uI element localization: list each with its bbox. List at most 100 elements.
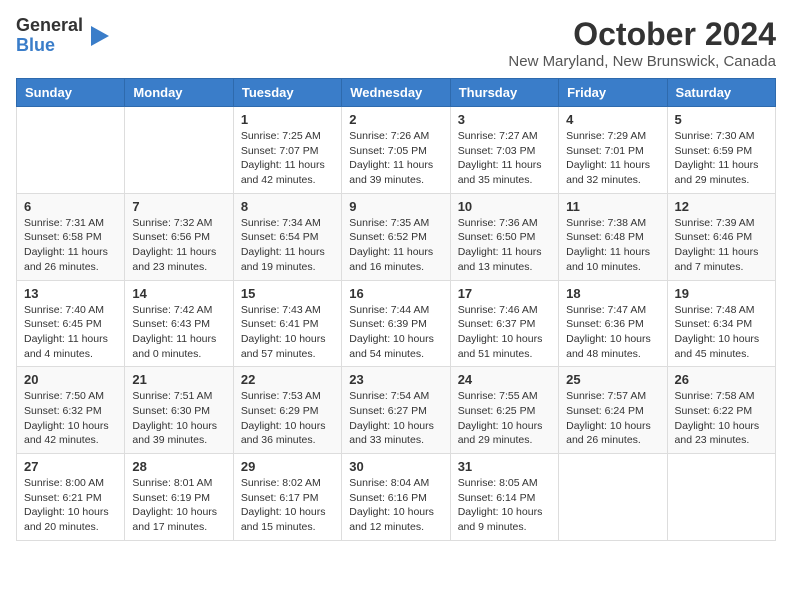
day-number: 24	[458, 372, 551, 387]
day-number: 2	[349, 112, 442, 127]
day-info: Sunrise: 7:34 AMSunset: 6:54 PMDaylight:…	[241, 216, 334, 275]
day-number: 16	[349, 286, 442, 301]
table-row: 15Sunrise: 7:43 AMSunset: 6:41 PMDayligh…	[233, 280, 341, 367]
logo-blue-text: Blue	[16, 36, 55, 56]
day-number: 31	[458, 459, 551, 474]
day-number: 5	[675, 112, 768, 127]
table-row: 3 Sunrise: 7:27 AMSunset: 7:03 PMDaylight…	[450, 107, 558, 194]
day-info: Sunrise: 7:35 AMSunset: 6:52 PMDaylight:…	[349, 216, 442, 275]
table-row: 7 Sunrise: 7:32 AMSunset: 6:56 PMDaylight…	[125, 193, 233, 280]
day-info: Sunrise: 7:54 AMSunset: 6:27 PMDaylight:…	[349, 389, 442, 448]
table-row: 6Sunrise: 7:31 AMSunset: 6:58 PMDaylight…	[17, 193, 125, 280]
calendar-table: Sunday Monday Tuesday Wednesday Thursday…	[16, 78, 776, 541]
table-row: 1 Sunrise: 7:25 AMSunset: 7:07 PMDaylight…	[233, 107, 341, 194]
table-row: 25Sunrise: 7:57 AMSunset: 6:24 PMDayligh…	[559, 367, 667, 454]
calendar-week-row: 6Sunrise: 7:31 AMSunset: 6:58 PMDaylight…	[17, 193, 776, 280]
title-section: October 2024 New Maryland, New Brunswick…	[508, 16, 776, 70]
table-row: 24 Sunrise: 7:55 AMSunset: 6:25 PMDayligh…	[450, 367, 558, 454]
table-row: 17 Sunrise: 7:46 AMSunset: 6:37 PMDayligh…	[450, 280, 558, 367]
day-info: Sunrise: 8:00 AMSunset: 6:21 PMDaylight:…	[24, 476, 117, 535]
day-number: 7	[132, 199, 225, 214]
day-number: 28	[132, 459, 225, 474]
table-row: 18 Sunrise: 7:47 AMSunset: 6:36 PMDayligh…	[559, 280, 667, 367]
day-info: Sunrise: 7:39 AMSunset: 6:46 PMDaylight:…	[675, 216, 768, 275]
day-number: 17	[458, 286, 551, 301]
day-number: 27	[24, 459, 117, 474]
day-number: 12	[675, 199, 768, 214]
day-info: Sunrise: 7:46 AMSunset: 6:37 PMDaylight:…	[458, 303, 551, 362]
day-info: Sunrise: 7:40 AMSunset: 6:45 PMDaylight:…	[24, 303, 117, 362]
day-number: 30	[349, 459, 442, 474]
table-row: 23 Sunrise: 7:54 AMSunset: 6:27 PMDayligh…	[342, 367, 450, 454]
table-row: 9 Sunrise: 7:35 AMSunset: 6:52 PMDaylight…	[342, 193, 450, 280]
table-row: 14Sunrise: 7:42 AMSunset: 6:43 PMDayligh…	[125, 280, 233, 367]
day-number: 20	[24, 372, 117, 387]
day-info: Sunrise: 8:04 AMSunset: 6:16 PMDaylight:…	[349, 476, 442, 535]
day-info: Sunrise: 7:27 AMSunset: 7:03 PMDaylight:…	[458, 129, 551, 188]
col-thursday: Thursday	[450, 79, 558, 107]
table-row	[125, 107, 233, 194]
table-row: 31 Sunrise: 8:05 AMSunset: 6:14 PMDayligh…	[450, 454, 558, 541]
table-row: 28 Sunrise: 8:01 AMSunset: 6:19 PMDayligh…	[125, 454, 233, 541]
table-row	[17, 107, 125, 194]
day-info: Sunrise: 7:30 AMSunset: 6:59 PMDaylight:…	[675, 129, 768, 188]
day-info: Sunrise: 7:25 AMSunset: 7:07 PMDaylight:…	[241, 129, 334, 188]
col-wednesday: Wednesday	[342, 79, 450, 107]
day-number: 10	[458, 199, 551, 214]
table-row: 10Sunrise: 7:36 AMSunset: 6:50 PMDayligh…	[450, 193, 558, 280]
table-row: 20 Sunrise: 7:50 AMSunset: 6:32 PMDayligh…	[17, 367, 125, 454]
table-row: 22 Sunrise: 7:53 AMSunset: 6:29 PMDayligh…	[233, 367, 341, 454]
table-row: 30 Sunrise: 8:04 AMSunset: 6:16 PMDayligh…	[342, 454, 450, 541]
day-number: 8	[241, 199, 334, 214]
day-info: Sunrise: 7:26 AMSunset: 7:05 PMDaylight:…	[349, 129, 442, 188]
day-info: Sunrise: 7:31 AMSunset: 6:58 PMDaylight:…	[24, 216, 117, 275]
day-info: Sunrise: 7:51 AMSunset: 6:30 PMDaylight:…	[132, 389, 225, 448]
day-info: Sunrise: 7:58 AMSunset: 6:22 PMDaylight:…	[675, 389, 768, 448]
day-number: 19	[675, 286, 768, 301]
day-info: Sunrise: 7:50 AMSunset: 6:32 PMDaylight:…	[24, 389, 117, 448]
day-number: 9	[349, 199, 442, 214]
day-number: 11	[566, 199, 659, 214]
col-saturday: Saturday	[667, 79, 775, 107]
day-number: 29	[241, 459, 334, 474]
page-header: General Blue October 2024 New Maryland, …	[16, 16, 776, 70]
table-row: 29Sunrise: 8:02 AMSunset: 6:17 PMDayligh…	[233, 454, 341, 541]
logo-triangle-icon	[91, 26, 109, 46]
day-number: 18	[566, 286, 659, 301]
day-number: 3	[458, 112, 551, 127]
table-row: 4 Sunrise: 7:29 AMSunset: 7:01 PMDaylight…	[559, 107, 667, 194]
day-info: Sunrise: 8:01 AMSunset: 6:19 PMDaylight:…	[132, 476, 225, 535]
logo: General Blue	[16, 16, 91, 56]
day-number: 23	[349, 372, 442, 387]
day-number: 25	[566, 372, 659, 387]
day-number: 22	[241, 372, 334, 387]
day-info: Sunrise: 7:53 AMSunset: 6:29 PMDaylight:…	[241, 389, 334, 448]
table-row: 16 Sunrise: 7:44 AMSunset: 6:39 PMDayligh…	[342, 280, 450, 367]
table-row: 27 Sunrise: 8:00 AMSunset: 6:21 PMDayligh…	[17, 454, 125, 541]
day-number: 1	[241, 112, 334, 127]
day-info: Sunrise: 7:38 AMSunset: 6:48 PMDaylight:…	[566, 216, 659, 275]
day-info: Sunrise: 7:47 AMSunset: 6:36 PMDaylight:…	[566, 303, 659, 362]
table-row: 8 Sunrise: 7:34 AMSunset: 6:54 PMDaylight…	[233, 193, 341, 280]
day-number: 4	[566, 112, 659, 127]
month-title: October 2024	[508, 16, 776, 53]
table-row: 19 Sunrise: 7:48 AMSunset: 6:34 PMDayligh…	[667, 280, 775, 367]
day-number: 14	[132, 286, 225, 301]
table-row: 13 Sunrise: 7:40 AMSunset: 6:45 PMDayligh…	[17, 280, 125, 367]
day-info: Sunrise: 7:29 AMSunset: 7:01 PMDaylight:…	[566, 129, 659, 188]
col-tuesday: Tuesday	[233, 79, 341, 107]
day-info: Sunrise: 7:44 AMSunset: 6:39 PMDaylight:…	[349, 303, 442, 362]
day-info: Sunrise: 8:05 AMSunset: 6:14 PMDaylight:…	[458, 476, 551, 535]
day-number: 13	[24, 286, 117, 301]
table-row: 26Sunrise: 7:58 AMSunset: 6:22 PMDayligh…	[667, 367, 775, 454]
table-row: 11 Sunrise: 7:38 AMSunset: 6:48 PMDayligh…	[559, 193, 667, 280]
day-info: Sunrise: 7:55 AMSunset: 6:25 PMDaylight:…	[458, 389, 551, 448]
day-number: 21	[132, 372, 225, 387]
table-row: 5 Sunrise: 7:30 AMSunset: 6:59 PMDaylight…	[667, 107, 775, 194]
day-info: Sunrise: 7:32 AMSunset: 6:56 PMDaylight:…	[132, 216, 225, 275]
day-info: Sunrise: 7:48 AMSunset: 6:34 PMDaylight:…	[675, 303, 768, 362]
table-row	[559, 454, 667, 541]
calendar-week-row: 27 Sunrise: 8:00 AMSunset: 6:21 PMDayligh…	[17, 454, 776, 541]
table-row: 21 Sunrise: 7:51 AMSunset: 6:30 PMDayligh…	[125, 367, 233, 454]
calendar-header-row: Sunday Monday Tuesday Wednesday Thursday…	[17, 79, 776, 107]
